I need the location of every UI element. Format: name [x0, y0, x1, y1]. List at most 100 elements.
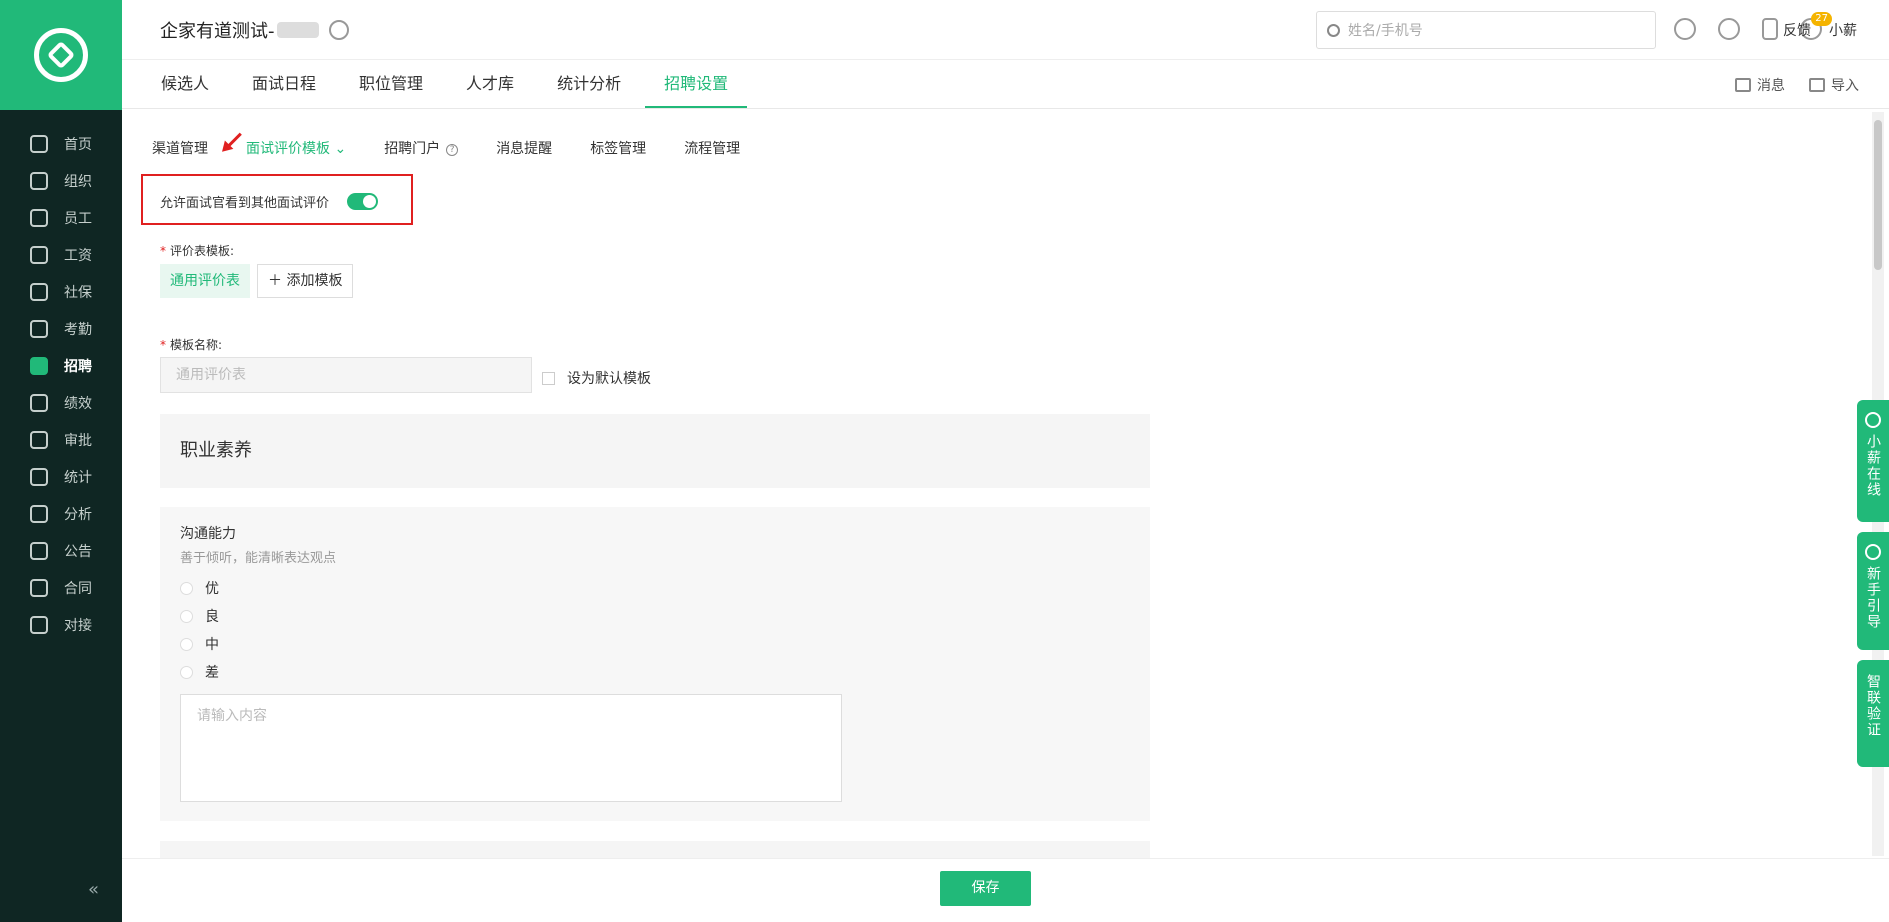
allow-view-others-label: 允许面试官看到其他面试评价 [160, 196, 330, 211]
option-average[interactable]: 中 [180, 634, 219, 654]
subtab-portal-label: 招聘门户 [384, 141, 441, 157]
main-content: 渠道管理 面试评价模板 ⌄ 招聘门户? 消息提醒 标签管理 流程管理 允许面试官… [122, 110, 1877, 858]
save-button[interactable]: 保存 [940, 871, 1031, 906]
employee-icon [30, 208, 48, 227]
template-name-label: * 模板名称: [160, 338, 223, 352]
sidebar-item-connect[interactable]: 对接 [0, 606, 122, 643]
subtab-portal[interactable]: 招聘门户? [384, 138, 459, 158]
radio-icon [180, 581, 193, 595]
company-name-text: 企家有道测试- [160, 20, 275, 42]
performance-icon [30, 393, 48, 412]
tab-recruit-settings[interactable]: 招聘设置 [645, 61, 748, 108]
gear-icon[interactable] [328, 19, 349, 40]
headset-icon [1865, 412, 1881, 428]
tab-statistics[interactable]: 统计分析 [538, 61, 640, 108]
sidebar-item-home[interactable]: 首页 [0, 125, 122, 162]
subtab-eval-template-label: 面试评价模板 [246, 141, 330, 157]
tabs-actions: 消息 导入 [1735, 75, 1859, 95]
sidebar-item-label: 对接 [64, 617, 92, 634]
radio-icon [180, 609, 193, 623]
sidebar-item-salary[interactable]: 工资 [0, 236, 122, 273]
allow-view-others-toggle[interactable] [347, 193, 379, 210]
help-icon[interactable] [1718, 18, 1740, 40]
chevron-down-icon: ⌄ [334, 141, 347, 157]
tab-candidates[interactable]: 候选人 [142, 61, 228, 108]
subtab-eval-template[interactable]: 面试评价模板 ⌄ [246, 138, 346, 158]
sidebar-item-label: 首页 [64, 136, 92, 153]
subtab-channel[interactable]: 渠道管理 [152, 138, 208, 158]
tab-interview-schedule[interactable]: 面试日程 [233, 61, 335, 108]
sidebar-item-contract[interactable]: 合同 [0, 569, 122, 606]
subtab-tags[interactable]: 标签管理 [590, 138, 646, 158]
feedback-link[interactable]: 反馈 [1783, 20, 1811, 40]
mobile-icon[interactable] [1762, 18, 1778, 40]
import-icon [1809, 78, 1825, 92]
sidebar-item-label: 组织 [64, 173, 92, 190]
guide-label: 新手引导 [1865, 566, 1881, 630]
subtab-process[interactable]: 流程管理 [684, 138, 740, 158]
sidebar-item-recruit[interactable]: 招聘 [0, 347, 122, 384]
notice-icon [30, 541, 48, 560]
radio-icon [180, 637, 193, 651]
allow-view-others-row: 允许面试官看到其他面试评价 [160, 192, 379, 211]
verify-label: 智联验证 [1865, 674, 1881, 738]
search-placeholder: 姓名/手机号 [1348, 23, 1423, 39]
set-default-checkbox[interactable]: 设为默认模板 [542, 368, 651, 388]
user-icon[interactable] [1674, 18, 1696, 40]
message-button[interactable]: 消息 [1735, 75, 1785, 95]
sidebar-item-analysis[interactable]: 分析 [0, 495, 122, 532]
sidebar-item-notice[interactable]: 公告 [0, 532, 122, 569]
sidebar-item-org[interactable]: 组织 [0, 162, 122, 199]
template-tag-general[interactable]: 通用评价表 [160, 264, 250, 298]
logo[interactable] [0, 0, 122, 110]
search-input[interactable]: 姓名/手机号 [1316, 11, 1656, 49]
main-tabs: 候选人 面试日程 职位管理 人才库 统计分析 招聘设置 消息 导入 [122, 61, 1889, 109]
import-button[interactable]: 导入 [1809, 75, 1859, 95]
help-icon[interactable]: ? [446, 144, 459, 156]
eval-template-label: * 评价表模板: [160, 244, 235, 258]
analysis-icon [30, 504, 48, 523]
user-menu[interactable]: 小薪 [1829, 20, 1857, 40]
sidebar-item-approval[interactable]: 审批 [0, 421, 122, 458]
option-good[interactable]: 良 [180, 606, 219, 626]
sidebar-item-label: 绩效 [64, 395, 92, 412]
section-title: 职业素养 [160, 414, 1150, 488]
sidebar-item-statistics[interactable]: 统计 [0, 458, 122, 495]
sidebar-item-attendance[interactable]: 考勤 [0, 310, 122, 347]
tab-talent-pool[interactable]: 人才库 [447, 61, 533, 108]
option-poor[interactable]: 差 [180, 662, 219, 682]
add-template-button[interactable]: ＋ 添加模板 [257, 264, 354, 298]
sidebar-item-label: 社保 [64, 284, 92, 301]
guide-button[interactable]: 新手引导 [1857, 532, 1889, 650]
contract-icon [30, 578, 48, 597]
connect-icon [30, 615, 48, 634]
checkbox-icon [542, 371, 555, 385]
option-label: 良 [205, 609, 219, 625]
eval-item-desc: 善于倾听，能清晰表达观点 [180, 551, 337, 566]
online-support-button[interactable]: 小薪在线 [1857, 400, 1889, 522]
sidebar-item-employee[interactable]: 员工 [0, 199, 122, 236]
verify-button[interactable]: 智联验证 [1857, 660, 1889, 767]
salary-icon [30, 245, 48, 264]
eval-item-title: 沟通能力 [180, 526, 236, 542]
message-icon [1735, 78, 1751, 92]
online-support-label: 小薪在线 [1865, 434, 1881, 498]
collapse-sidebar-button[interactable]: « [88, 879, 99, 900]
scrollbar-thumb[interactable] [1874, 120, 1882, 270]
sidebar-item-social-security[interactable]: 社保 [0, 273, 122, 310]
org-icon [30, 171, 48, 190]
option-excellent[interactable]: 优 [180, 578, 219, 598]
search-icon [1327, 23, 1340, 37]
sidebar-item-label: 工资 [64, 247, 92, 264]
radio-icon [180, 665, 193, 679]
next-section-card [160, 841, 1150, 858]
subtab-reminder[interactable]: 消息提醒 [496, 138, 552, 158]
sidebar-item-performance[interactable]: 绩效 [0, 384, 122, 421]
comment-textarea[interactable]: 请输入内容 [180, 694, 842, 802]
approval-icon [30, 430, 48, 449]
template-name-field[interactable]: 通用评价表 [160, 357, 532, 393]
tab-positions[interactable]: 职位管理 [340, 61, 442, 108]
template-name-label-text: 模板名称: [170, 338, 223, 352]
company-name: 企家有道测试- [160, 17, 349, 43]
home-icon [30, 134, 48, 153]
